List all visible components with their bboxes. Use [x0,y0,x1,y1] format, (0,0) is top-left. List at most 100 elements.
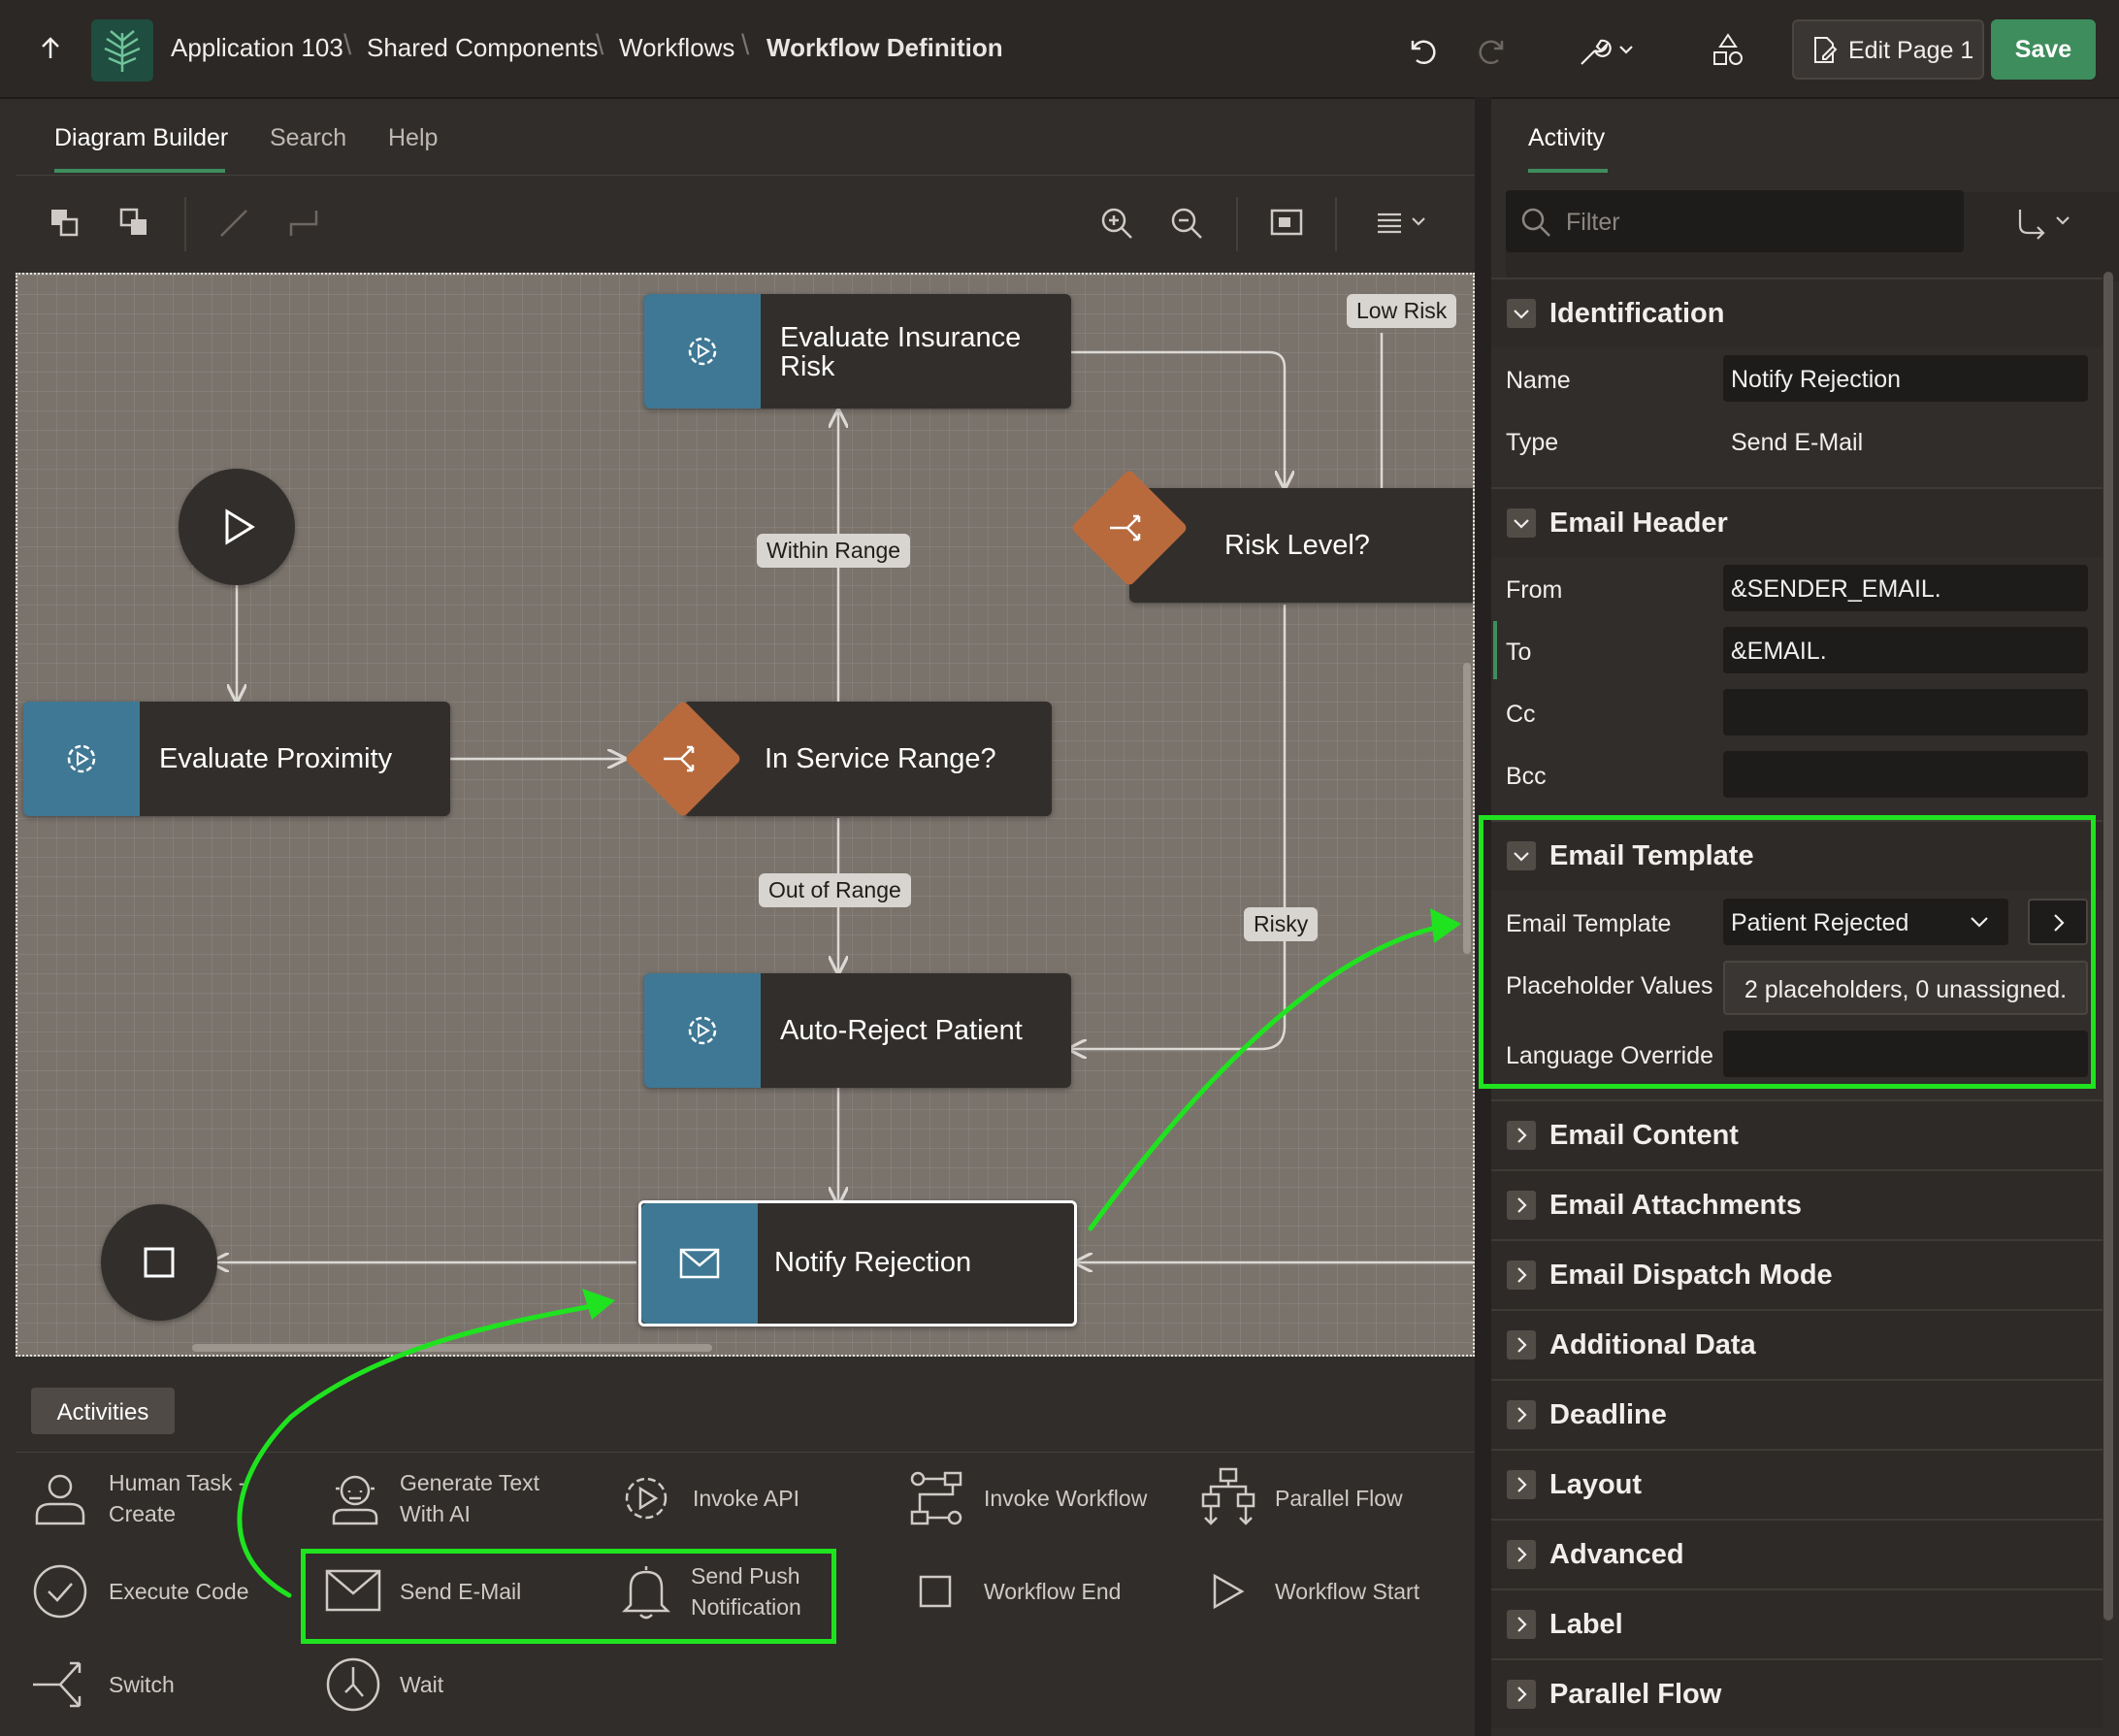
section-title: Identification [1549,298,1725,329]
edge-label-risky[interactable]: Risky [1244,907,1319,941]
collapse-icon[interactable] [1507,299,1536,328]
edge-label-out-of-range[interactable]: Out of Range [759,873,911,907]
to-field[interactable]: &EMAIL. [1723,627,2088,673]
activity-label: Parallel Flow [1275,1486,1403,1511]
diagram-canvas[interactable]: Evaluate Insurance Risk Risk Level? Eval… [16,273,1475,1357]
redo-icon[interactable] [1475,33,1510,68]
section-email-header[interactable]: Email Header [1491,487,2103,557]
expand-icon[interactable] [1507,1540,1536,1569]
name-label: Name [1506,367,1571,394]
filter-input[interactable]: Filter [1506,190,1964,252]
node-evaluate-proximity[interactable]: Evaluate Proximity [23,702,450,816]
activity-label: Workflow Start [1275,1579,1420,1604]
type-value: Send E-Mail [1731,429,1864,456]
activity-invoke-workflow[interactable]: Invoke Workflow [906,1465,1158,1533]
breadcrumb-item[interactable]: Workflows [619,33,734,63]
expand-icon[interactable] [1507,1191,1536,1220]
activity-workflow-end[interactable]: Workflow End [906,1558,1158,1626]
gear-play-icon [625,1477,668,1520]
section-email-dispatch-mode[interactable]: Email Dispatch Mode [1491,1239,2103,1309]
search-icon [1521,208,1550,237]
node-label: Auto-Reject Patient [780,1015,1023,1046]
activity-workflow-start[interactable]: Workflow Start [1197,1558,1450,1626]
workflow-start-node[interactable] [179,469,295,585]
section-identification[interactable]: Identification [1491,278,2103,347]
app-logo-icon[interactable] [91,19,153,82]
activity-label: Switch [109,1672,175,1697]
expand-icon[interactable] [1507,1610,1536,1639]
edge-label-low-risk[interactable]: Low Risk [1347,294,1457,328]
node-auto-reject-patient[interactable]: Auto-Reject Patient [644,973,1071,1088]
tab-search[interactable]: Search [270,124,346,152]
node-icon-box [23,702,140,816]
play-icon [225,508,255,545]
activities-tab-label: Activities [56,1399,149,1425]
activity-label: Generate Text With AI [400,1470,540,1526]
edit-page-button[interactable]: Edit Page 1 [1792,19,1984,80]
activity-label: Execute Code [109,1579,249,1604]
expand-icon[interactable] [1507,1121,1536,1150]
node-risk-level[interactable]: Risk Level? [1129,488,1473,603]
horizontal-scrollbar[interactable] [192,1344,712,1352]
tab-diagram-builder[interactable]: Diagram Builder [54,124,228,152]
zoom-out-icon[interactable] [1168,205,1205,242]
activities-tab[interactable]: Activities [31,1388,175,1434]
wrench-icon[interactable] [1578,33,1638,68]
activity-wait[interactable]: Wait [322,1652,516,1720]
section-parallel-flow[interactable]: Parallel Flow [1491,1658,2103,1728]
node-evaluate-insurance-risk[interactable]: Evaluate Insurance Risk [644,294,1071,409]
section-deadline[interactable]: Deadline [1491,1379,2103,1449]
save-button[interactable]: Save [1991,19,2096,80]
from-field[interactable]: &SENDER_EMAIL. [1723,565,2088,611]
cc-field[interactable] [1723,689,2088,736]
activity-execute-code[interactable]: Execute Code [31,1558,283,1626]
orthogonal-connector-icon[interactable] [287,207,320,240]
section-email-attachments[interactable]: Email Attachments [1491,1169,2103,1239]
square-icon [919,1575,952,1608]
node-label: Evaluate Proximity [159,743,393,774]
collapse-icon[interactable] [1507,508,1536,538]
fit-to-screen-icon[interactable] [1269,207,1304,240]
section-advanced[interactable]: Advanced [1491,1519,2103,1589]
node-notify-rejection[interactable]: Notify Rejection [638,1200,1077,1327]
bcc-field[interactable] [1723,751,2088,798]
name-field[interactable]: Notify Rejection [1723,355,2088,402]
activity-human-task-create[interactable]: Human Task - Create [31,1465,283,1533]
tab-help[interactable]: Help [388,124,438,152]
go-to-group-icon[interactable] [2016,206,2076,241]
zoom-in-icon[interactable] [1098,205,1135,242]
breadcrumb-item[interactable]: Application 103 [171,33,343,63]
activity-parallel-flow[interactable]: Parallel Flow [1197,1465,1440,1533]
section-layout[interactable]: Layout [1491,1449,2103,1519]
save-label: Save [2014,36,2072,63]
vertical-scrollbar[interactable] [1463,663,1471,954]
expand-icon[interactable] [1507,1400,1536,1429]
section-title: Layout [1549,1469,1643,1500]
from-label: From [1506,576,1563,604]
edge-label-within-range[interactable]: Within Range [757,534,911,568]
bring-forward-icon[interactable] [49,207,82,240]
activity-invoke-api[interactable]: Invoke API [615,1465,848,1533]
shapes-icon[interactable] [1710,31,1746,68]
expand-icon[interactable] [1507,1261,1536,1290]
straight-connector-icon[interactable] [217,207,250,240]
expand-icon[interactable] [1507,1680,1536,1709]
tab-activity[interactable]: Activity [1528,124,1605,152]
expand-icon[interactable] [1507,1470,1536,1499]
expand-icon[interactable] [1507,1330,1536,1359]
activity-generate-text-ai[interactable]: Generate Text With AI [322,1465,574,1533]
send-backward-icon[interactable] [118,207,151,240]
property-scrollbar[interactable] [2103,272,2113,1621]
toolbar-divider [1236,197,1238,251]
edit-page-label: Edit Page 1 [1848,37,1974,64]
section-email-content[interactable]: Email Content [1491,1099,2103,1169]
section-title: Email Dispatch Mode [1549,1260,1833,1291]
breadcrumb-item[interactable]: Shared Components [367,33,598,63]
activity-switch[interactable]: Switch [31,1652,283,1720]
up-arrow-icon[interactable] [37,35,64,62]
section-additional-data[interactable]: Additional Data [1491,1309,2103,1379]
undo-icon[interactable] [1405,33,1440,68]
section-label[interactable]: Label [1491,1589,2103,1658]
workflow-end-node[interactable] [101,1204,217,1321]
menu-icon[interactable] [1374,209,1432,238]
